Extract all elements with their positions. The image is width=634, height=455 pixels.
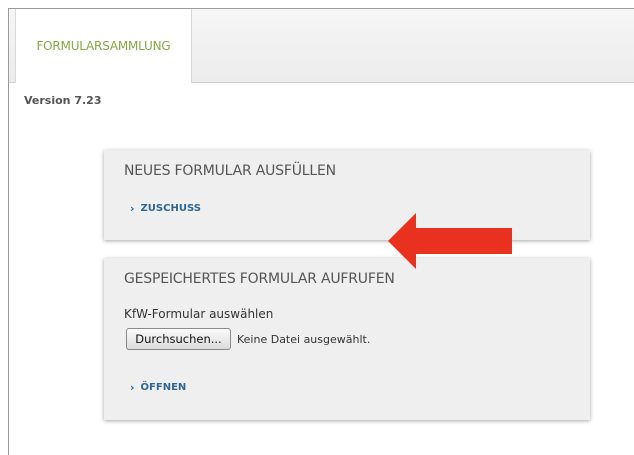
new-form-title: NEUES FORMULAR AUSFÜLLEN <box>124 163 336 179</box>
tab-formularsammlung[interactable]: FORMULARSAMMLUNG <box>15 9 192 83</box>
file-status-text: Keine Datei ausgewählt. <box>237 333 371 346</box>
chevron-right-icon: › <box>130 381 135 394</box>
zuschuss-link[interactable]: › ZUSCHUSS <box>130 202 201 215</box>
tab-label: FORMULARSAMMLUNG <box>36 39 171 53</box>
oeffnen-link-label: ÖFFNEN <box>140 382 187 393</box>
saved-form-panel: GESPEICHERTES FORMULAR AUFRUFEN KfW-Form… <box>104 258 590 420</box>
zuschuss-link-label: ZUSCHUSS <box>140 203 201 214</box>
chevron-right-icon: › <box>130 202 135 215</box>
saved-form-title: GESPEICHERTES FORMULAR AUFRUFEN <box>124 271 395 287</box>
oeffnen-link[interactable]: › ÖFFNEN <box>130 381 186 394</box>
red-arrow-left-icon <box>388 213 512 269</box>
new-form-panel: NEUES FORMULAR AUSFÜLLEN › ZUSCHUSS <box>104 150 590 240</box>
version-label: Version 7.23 <box>24 94 102 107</box>
file-field-label: KfW-Formular auswählen <box>124 307 274 321</box>
browse-button[interactable]: Durchsuchen... <box>126 328 231 350</box>
header-bar: FORMULARSAMMLUNG <box>9 9 634 83</box>
